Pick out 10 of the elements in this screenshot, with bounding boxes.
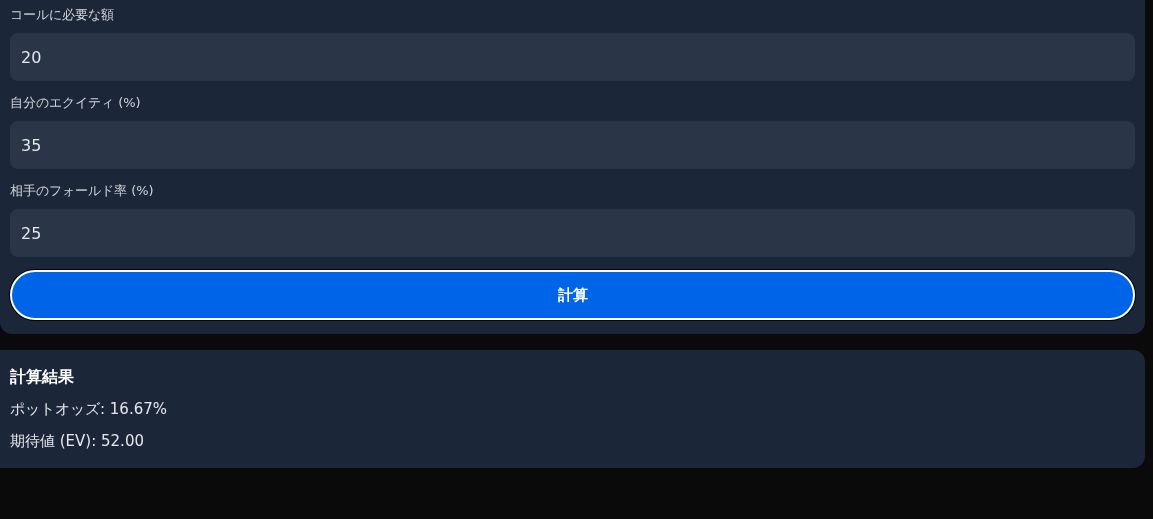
result-title: 計算結果 [10, 366, 75, 388]
input-field[interactable]: 35 [10, 121, 1135, 169]
calculate-button[interactable]: 計算 [10, 270, 1135, 320]
field-label: 相手のフォールド率 (%) [10, 182, 155, 200]
input-field[interactable]: 25 [10, 209, 1135, 257]
field-label: コールに必要な額 [10, 6, 115, 24]
field-label: 自分のエクイティ (%) [10, 94, 142, 112]
result-line: ポットオッズ: 16.67% [10, 399, 169, 420]
result-line: 期待値 (EV): 52.00 [10, 431, 145, 452]
input-field[interactable]: 20 [10, 33, 1135, 81]
